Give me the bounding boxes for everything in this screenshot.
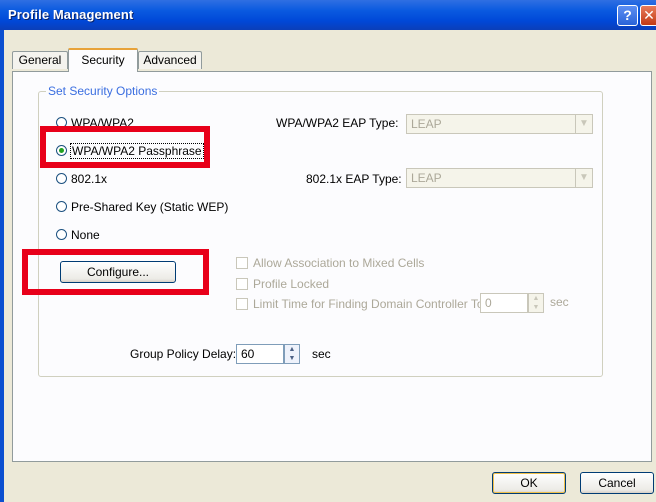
annotation-highlight-configure	[22, 249, 209, 295]
group-policy-delay-spinner[interactable]: ▲ ▼	[284, 344, 300, 364]
dot1x-eap-type-label: 802.1x EAP Type:	[306, 172, 402, 186]
radio-label: 802.1x	[71, 172, 108, 186]
checkbox-label: Allow Association to Mixed Cells	[253, 256, 425, 270]
radio-button[interactable]	[56, 229, 67, 240]
checkbox-label: Limit Time for Finding Domain Controller…	[253, 297, 487, 311]
wpa-eap-type-value: LEAP	[411, 117, 442, 131]
wpa-eap-type-label: WPA/WPA2 EAP Type:	[276, 116, 399, 130]
radio-label: None	[71, 228, 100, 242]
domain-timeout-input[interactable]: 0	[480, 293, 528, 313]
chevron-down-icon[interactable]: ▼	[575, 169, 592, 187]
dot1x-eap-type-select[interactable]: LEAP ▼	[406, 168, 593, 188]
checkbox[interactable]	[236, 298, 248, 310]
group-policy-delay-unit: sec	[312, 347, 331, 361]
cancel-button[interactable]: Cancel	[580, 472, 654, 494]
tab-advanced[interactable]: Advanced	[138, 51, 202, 69]
title-bar[interactable]: Profile Management ? ✕	[0, 0, 656, 30]
help-icon: ?	[623, 7, 632, 23]
chevron-down-icon[interactable]: ▼	[575, 115, 592, 133]
checkbox[interactable]	[236, 257, 248, 269]
domain-timeout-unit: sec	[550, 295, 569, 309]
close-button[interactable]: ✕	[640, 5, 656, 26]
window-frame	[0, 30, 4, 502]
group-title: Set Security Options	[46, 84, 160, 98]
radio-button[interactable]	[56, 173, 67, 184]
dot1x-eap-type-value: LEAP	[411, 171, 442, 185]
checkbox-label: Profile Locked	[253, 277, 330, 291]
group-policy-delay-label: Group Policy Delay:	[130, 347, 237, 361]
radio-label: Pre-Shared Key (Static WEP)	[71, 200, 229, 214]
tab-general[interactable]: General	[12, 51, 68, 69]
arrow-down-icon[interactable]: ▼	[285, 354, 299, 363]
arrow-up-icon[interactable]: ▲	[529, 294, 543, 303]
close-icon: ✕	[643, 7, 655, 23]
arrow-up-icon[interactable]: ▲	[285, 345, 299, 354]
annotation-highlight-passphrase	[40, 126, 210, 168]
ok-button[interactable]: OK	[492, 472, 566, 494]
arrow-down-icon[interactable]: ▼	[529, 303, 543, 312]
group-policy-delay-input[interactable]: 60	[236, 344, 284, 364]
dialog-title: Profile Management	[8, 7, 134, 22]
wpa-eap-type-select[interactable]: LEAP ▼	[406, 114, 593, 134]
checkbox[interactable]	[236, 278, 248, 290]
profile-management-dialog: Profile Management ? ✕ General Security …	[0, 0, 656, 502]
domain-timeout-spinner[interactable]: ▲ ▼	[528, 293, 544, 313]
tab-security[interactable]: Security	[68, 48, 138, 72]
radio-button[interactable]	[56, 201, 67, 212]
help-button[interactable]: ?	[617, 5, 638, 26]
